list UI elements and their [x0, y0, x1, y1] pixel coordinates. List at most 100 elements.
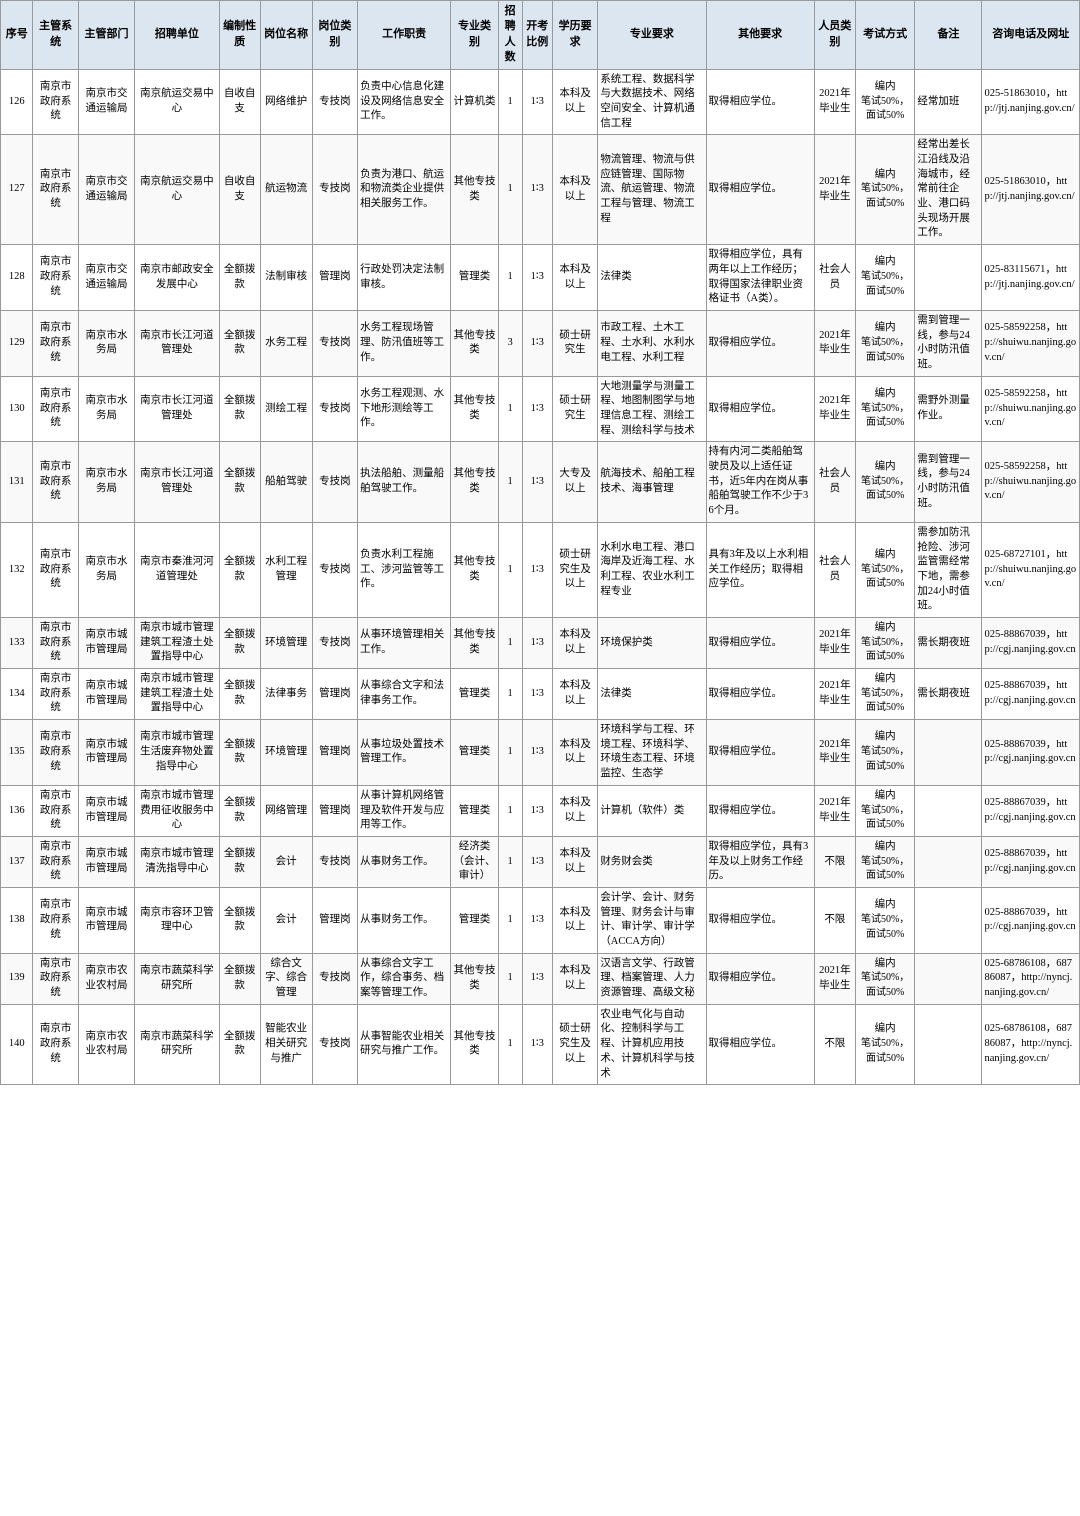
cell-note: 需到管理一线，参与24小时防汛值班。 — [915, 442, 982, 522]
cell-num: 1 — [498, 69, 522, 135]
cell-duty: 水务工程现场管理、防汛值班等工作。 — [358, 310, 451, 376]
cell-nature: 全额拨款 — [219, 887, 260, 953]
cell-no: 134 — [1, 669, 33, 720]
cell-major: 环境科学与工程、环境工程、环境科学、环境生态工程、环境监控、生态学 — [598, 720, 706, 786]
cell-contact: 025-58592258，http://shuiwu.nanjing.gov.c… — [982, 376, 1080, 442]
cell-dept: 南京市城市管理局 — [78, 836, 134, 887]
cell-no: 136 — [1, 785, 33, 836]
cell-dept: 南京市城市管理局 — [78, 785, 134, 836]
table-row: 128南京市政府系统南京市交通运输局南京市邮政安全发展中心全额拨款法制审核管理岗… — [1, 245, 1080, 311]
recruitment-table: 序号 主管系统 主管部门 招聘单位 编制性质 岗位名称 岗位类别 工作职责 专业… — [0, 0, 1080, 1085]
cell-system: 南京市政府系统 — [33, 135, 78, 245]
cell-major: 环境保护类 — [598, 617, 706, 668]
cell-contact: 025-68727101，http://shuiwu.nanjing.gov.c… — [982, 522, 1080, 617]
cell-unit: 南京市城市管理建筑工程渣土处置指导中心 — [135, 617, 219, 668]
cell-no: 139 — [1, 953, 33, 1004]
cell-system: 南京市政府系统 — [33, 720, 78, 786]
cell-system: 南京市政府系统 — [33, 785, 78, 836]
cell-system: 南京市政府系统 — [33, 442, 78, 522]
cell-dept: 南京市交通运输局 — [78, 69, 134, 135]
cell-no: 130 — [1, 376, 33, 442]
cell-exam: 编内笔试50%，面试50% — [855, 669, 915, 720]
cell-unit: 南京市邮政安全发展中心 — [135, 245, 219, 311]
cell-duty: 水务工程观测、水下地形测绘等工作。 — [358, 376, 451, 442]
cell-contact: 025-51863010，http://jtj.nanjing.gov.cn/ — [982, 135, 1080, 245]
cell-note — [915, 887, 982, 953]
table-row: 131南京市政府系统南京市水务局南京市长江河道管理处全额拨款船舶驾驶专技岗执法船… — [1, 442, 1080, 522]
cell-nature: 全额拨款 — [219, 617, 260, 668]
table-row: 135南京市政府系统南京市城市管理局南京市城市管理生活废弃物处置指导中心全额拨款… — [1, 720, 1080, 786]
cell-exam: 编内笔试50%，面试50% — [855, 617, 915, 668]
cell-pos: 测绘工程 — [260, 376, 312, 442]
cell-nature: 全额拨款 — [219, 953, 260, 1004]
header-edu: 学历要求 — [552, 1, 597, 70]
cell-note: 需到管理一线，参与24小时防汛值班。 — [915, 310, 982, 376]
cell-unit: 南京市长江河道管理处 — [135, 310, 219, 376]
cell-type: 专技岗 — [312, 310, 357, 376]
cell-dept: 南京市水务局 — [78, 376, 134, 442]
cell-edu: 本科及以上 — [552, 785, 597, 836]
cell-dept: 南京市水务局 — [78, 310, 134, 376]
cell-type: 管理岗 — [312, 720, 357, 786]
cell-num: 1 — [498, 836, 522, 887]
cell-cat: 其他专技类 — [451, 1004, 499, 1084]
cell-ratio: 1∶3 — [522, 442, 552, 522]
header-num: 招聘人数 — [498, 1, 522, 70]
cell-system: 南京市政府系统 — [33, 836, 78, 887]
cell-duty: 负责水利工程施工、涉河监管等工作。 — [358, 522, 451, 617]
table-row: 138南京市政府系统南京市城市管理局南京市容环卫管理中心全额拨款会计管理岗从事财… — [1, 887, 1080, 953]
header-major: 专业要求 — [598, 1, 706, 70]
cell-exam: 编内笔试50%，面试50% — [855, 442, 915, 522]
cell-contact: 025-68786108，68786087，http://nyncj.nanji… — [982, 1004, 1080, 1084]
header-unit: 招聘单位 — [135, 1, 219, 70]
cell-note — [915, 1004, 982, 1084]
cell-major: 水利水电工程、港口海岸及近海工程、水利工程、农业水利工程专业 — [598, 522, 706, 617]
header-dept: 主管部门 — [78, 1, 134, 70]
cell-contact: 025-88867039，http://cgj.nanjing.gov.cn — [982, 785, 1080, 836]
cell-system: 南京市政府系统 — [33, 522, 78, 617]
table-row: 126南京市政府系统南京市交通运输局南京航运交易中心自收自支网络维护专技岗负责中… — [1, 69, 1080, 135]
cell-system: 南京市政府系统 — [33, 69, 78, 135]
cell-exam: 编内笔试50%，面试50% — [855, 245, 915, 311]
cell-cat: 管理类 — [451, 720, 499, 786]
cell-note: 经常加班 — [915, 69, 982, 135]
table-row: 127南京市政府系统南京市交通运输局南京航运交易中心自收自支航运物流专技岗负责为… — [1, 135, 1080, 245]
cell-num: 3 — [498, 310, 522, 376]
cell-req: 取得相应学位。 — [706, 887, 814, 953]
cell-dept: 南京市城市管理局 — [78, 617, 134, 668]
header-system: 主管系统 — [33, 1, 78, 70]
cell-major: 农业电气化与自动化、控制科学与工程、计算机应用技术、计算机科学与技术 — [598, 1004, 706, 1084]
cell-unit: 南京市蔬菜科学研究所 — [135, 1004, 219, 1084]
cell-ident: 社会人员 — [814, 522, 855, 617]
cell-type: 管理岗 — [312, 669, 357, 720]
cell-nature: 全额拨款 — [219, 522, 260, 617]
cell-num: 1 — [498, 376, 522, 442]
cell-exam: 编内笔试50%，面试50% — [855, 785, 915, 836]
cell-no: 128 — [1, 245, 33, 311]
cell-ident: 2021年毕业生 — [814, 720, 855, 786]
cell-num: 1 — [498, 245, 522, 311]
cell-edu: 本科及以上 — [552, 720, 597, 786]
cell-major: 航海技术、船舶工程技术、海事管理 — [598, 442, 706, 522]
cell-major: 法律类 — [598, 245, 706, 311]
cell-note: 经常出差长江沿线及沿海城市，经常前往企业、港口码头现场开展工作。 — [915, 135, 982, 245]
cell-edu: 本科及以上 — [552, 69, 597, 135]
cell-no: 140 — [1, 1004, 33, 1084]
cell-ratio: 1∶3 — [522, 135, 552, 245]
cell-no: 137 — [1, 836, 33, 887]
cell-pos: 船舶驾驶 — [260, 442, 312, 522]
table-row: 133南京市政府系统南京市城市管理局南京市城市管理建筑工程渣土处置指导中心全额拨… — [1, 617, 1080, 668]
table-row: 130南京市政府系统南京市水务局南京市长江河道管理处全额拨款测绘工程专技岗水务工… — [1, 376, 1080, 442]
cell-dept: 南京市水务局 — [78, 442, 134, 522]
cell-duty: 从事垃圾处置技术管理工作。 — [358, 720, 451, 786]
cell-pos: 网络管理 — [260, 785, 312, 836]
cell-type: 专技岗 — [312, 522, 357, 617]
cell-dept: 南京市农业农村局 — [78, 953, 134, 1004]
cell-pos: 网络维护 — [260, 69, 312, 135]
cell-edu: 硕士研究生及以上 — [552, 1004, 597, 1084]
cell-pos: 法律事务 — [260, 669, 312, 720]
cell-duty: 从事环境管理相关工作。 — [358, 617, 451, 668]
header-pos: 岗位名称 — [260, 1, 312, 70]
cell-type: 专技岗 — [312, 135, 357, 245]
cell-ident: 2021年毕业生 — [814, 69, 855, 135]
